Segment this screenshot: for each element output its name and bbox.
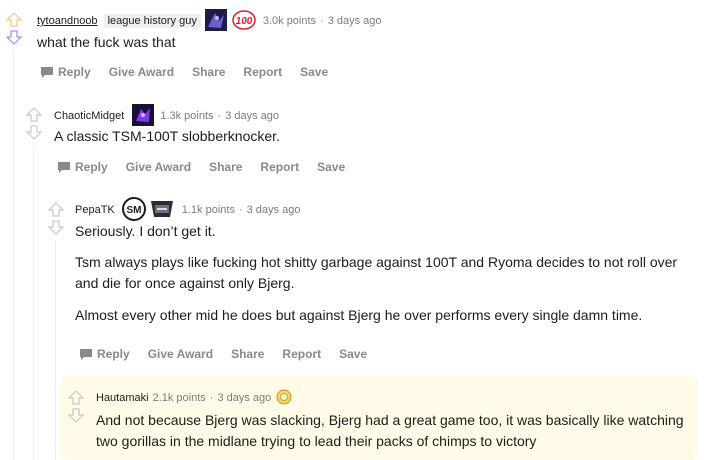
reply-label: Reply — [58, 65, 91, 79]
comment-actions: Reply Give Award Share Report Save — [79, 346, 385, 362]
timestamp[interactable]: 3 days ago — [247, 204, 301, 216]
thread-line[interactable] — [55, 240, 56, 460]
vote-column — [68, 390, 84, 423]
username[interactable]: Hautamaki — [96, 392, 149, 404]
comment-actions: Reply Give Award Share Report Save — [57, 159, 363, 175]
thread-line[interactable] — [13, 50, 14, 460]
save-button[interactable]: Save — [317, 160, 345, 174]
user-flair: league history guy — [103, 14, 201, 28]
timestamp[interactable]: 3 days ago — [217, 392, 271, 404]
username[interactable]: PepaTK — [75, 204, 115, 216]
timestamp[interactable]: 3 days ago — [225, 110, 279, 122]
report-label: Report — [243, 65, 283, 79]
tsm-logo-icon: SM — [121, 196, 147, 224]
report-button[interactable]: Report — [282, 347, 321, 361]
comment-paragraph: what the fuck was that — [37, 34, 176, 50]
upvote-arrow-icon[interactable] — [26, 107, 42, 122]
share-button[interactable]: Share — [209, 160, 242, 174]
comment-paragraph: Seriously. I don’t get it. — [75, 223, 216, 239]
save-label: Save — [317, 160, 346, 174]
save-label: Save — [300, 65, 329, 79]
save-label: Save — [339, 347, 368, 361]
points: 2.1k points — [152, 392, 206, 404]
downvote-arrow-icon[interactable] — [6, 30, 22, 45]
comment-meta: Hautamaki 2.1k points · 3 days ago — [96, 388, 292, 408]
upvote-arrow-icon[interactable] — [48, 202, 64, 217]
upvote-arrow-icon[interactable] — [6, 12, 22, 27]
comment-bubble-icon — [58, 161, 70, 173]
comment-bubble-icon — [41, 66, 53, 78]
comment-paragraph: Almost every other mid he does but again… — [75, 307, 643, 323]
share-button[interactable]: Share — [231, 347, 264, 361]
report-label: Report — [282, 347, 322, 361]
comment-bubble-icon — [80, 348, 92, 360]
comment-meta: PepaTK SM 1.1k points · 3 days ago — [75, 196, 301, 224]
lcs-logo-icon — [148, 197, 176, 224]
separator: · — [320, 15, 324, 27]
svg-text:100: 100 — [236, 16, 253, 27]
share-label: Share — [209, 160, 243, 174]
points: 1.3k points — [160, 110, 214, 122]
reply-label: Reply — [75, 160, 108, 174]
downvote-arrow-icon[interactable] — [48, 220, 64, 235]
comment-meta: ChaoticMidget 1.3k points · 3 days ago — [54, 103, 279, 129]
comment-body: A classic TSM-100T slobberknocker. — [54, 126, 684, 147]
comment-paragraph: Tsm always plays like fucking hot shitty… — [75, 254, 678, 291]
comment-paragraph: A classic TSM-100T slobberknocker. — [54, 128, 280, 144]
champion-flair-icon — [132, 103, 155, 129]
separator: · — [217, 110, 222, 122]
reply-button[interactable]: Reply — [40, 65, 91, 79]
points: 1.1k points — [181, 204, 235, 216]
comment-body: And not because Bjerg was slacking, Bjer… — [96, 410, 686, 452]
timestamp[interactable]: 3 days ago — [328, 15, 382, 27]
give-award-button[interactable]: Give Award — [148, 347, 213, 361]
reply-button[interactable]: Reply — [57, 160, 108, 174]
points: 3.0k points — [262, 15, 317, 27]
save-button[interactable]: Save — [339, 347, 367, 361]
share-label: Share — [231, 347, 265, 361]
champion-flair-icon — [204, 8, 227, 34]
give-award-label: Give Award — [108, 65, 175, 79]
reply-button[interactable]: Reply — [79, 347, 130, 361]
give-award-label: Give Award — [125, 160, 192, 174]
report-button[interactable]: Report — [243, 65, 282, 79]
share-label: Share — [192, 65, 226, 79]
vote-column — [26, 107, 42, 140]
save-button[interactable]: Save — [300, 65, 328, 79]
separator: · — [238, 204, 243, 216]
report-label: Report — [260, 160, 300, 174]
vote-column — [48, 202, 64, 235]
thread-line[interactable] — [33, 146, 34, 460]
comment-body: Seriously. I don’t get it. Tsm always pl… — [75, 221, 690, 326]
comment-meta: tytoandnoob league history guy 100 3.0k … — [37, 8, 382, 34]
share-button[interactable]: Share — [192, 65, 225, 79]
give-award-label: Give Award — [147, 347, 214, 361]
svg-text:SM: SM — [126, 205, 141, 216]
comment-actions: Reply Give Award Share Report Save — [40, 64, 346, 80]
vote-column — [6, 12, 22, 45]
award-icon[interactable] — [276, 389, 292, 408]
comment-body: what the fuck was that — [37, 32, 677, 53]
separator: · — [209, 392, 214, 404]
upvote-arrow-icon[interactable] — [68, 390, 84, 405]
100t-logo-icon: 100 — [231, 9, 257, 34]
reply-label: Reply — [97, 347, 130, 361]
give-award-button[interactable]: Give Award — [126, 160, 191, 174]
username[interactable]: ChaoticMidget — [54, 110, 124, 122]
comment-paragraph: And not because Bjerg was slacking, Bjer… — [96, 412, 684, 449]
report-button[interactable]: Report — [260, 160, 299, 174]
downvote-arrow-icon[interactable] — [26, 125, 42, 140]
downvote-arrow-icon[interactable] — [68, 408, 84, 423]
give-award-button[interactable]: Give Award — [109, 65, 174, 79]
username[interactable]: tytoandnoob — [37, 15, 98, 27]
